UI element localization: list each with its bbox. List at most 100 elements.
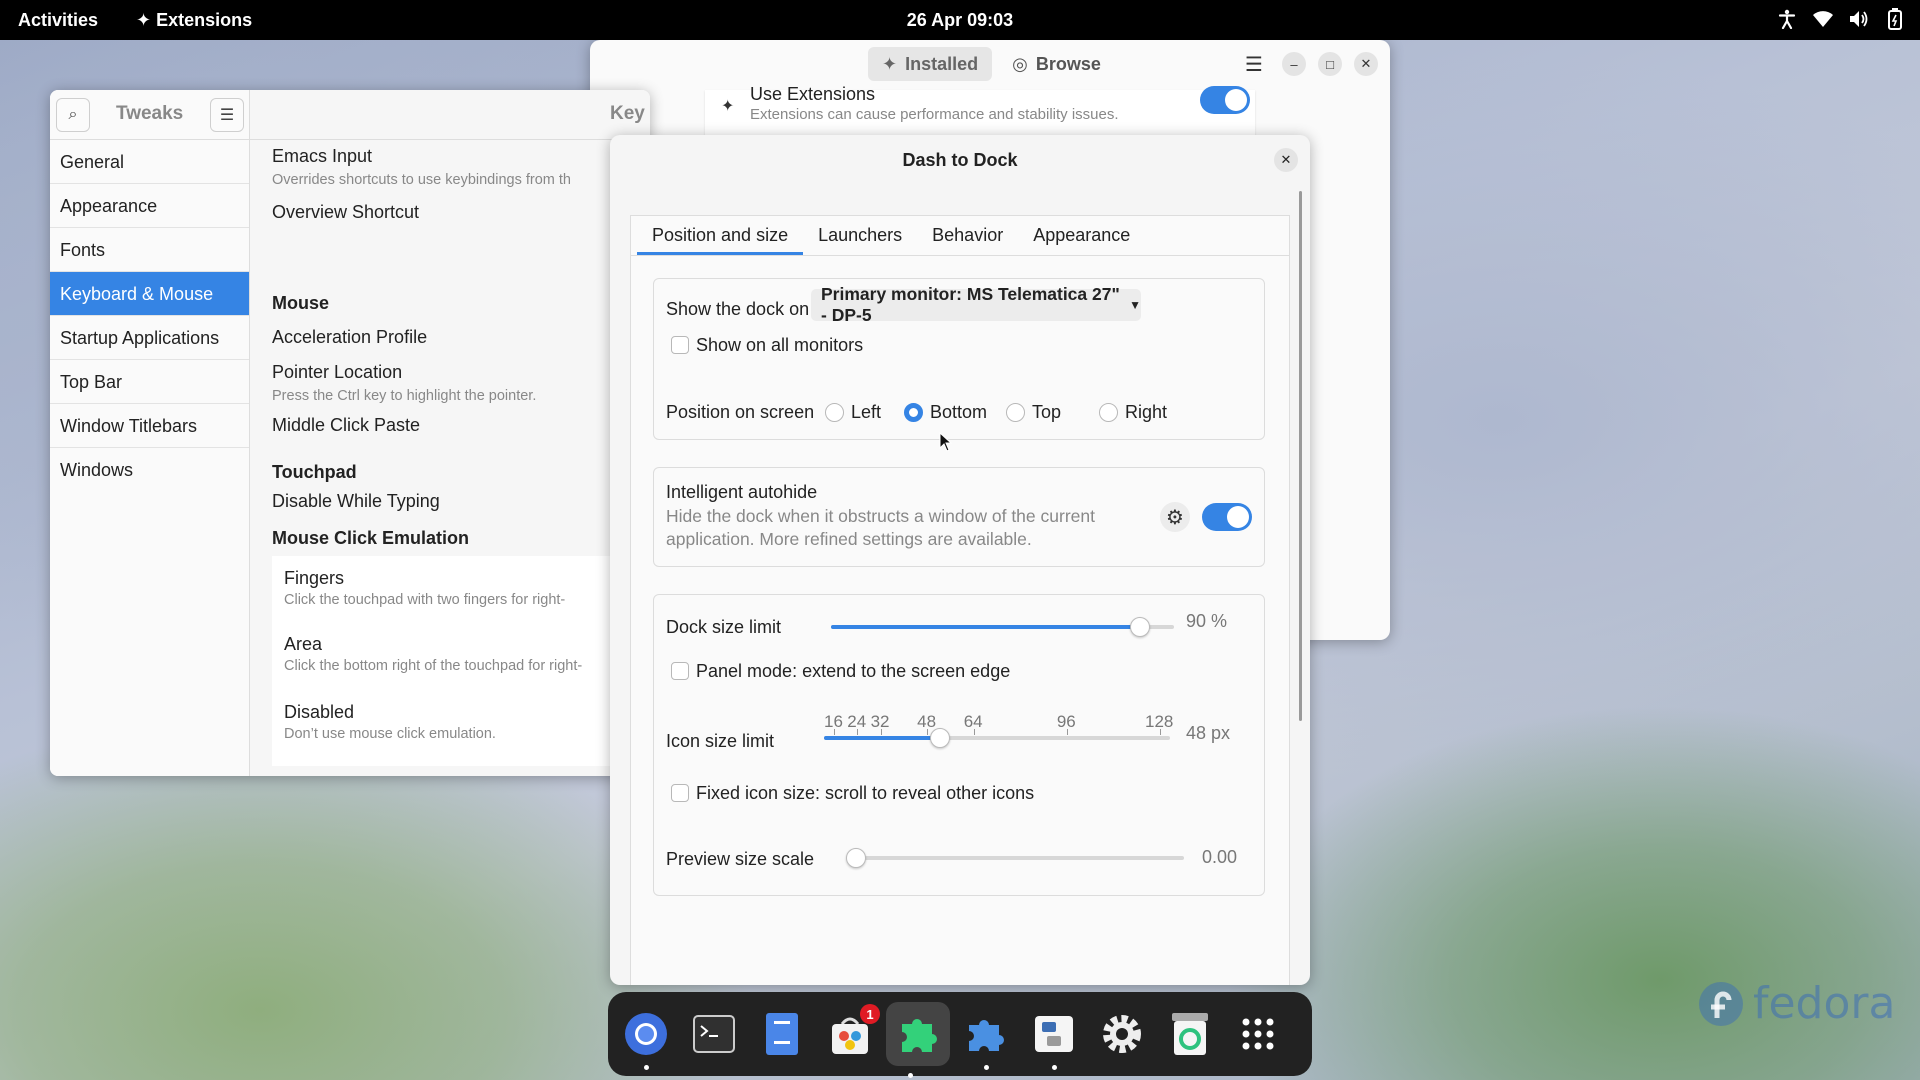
- media-writer-app[interactable]: [1030, 1010, 1078, 1070]
- puzzle-icon: ✦: [136, 10, 152, 30]
- scrollbar[interactable]: [1299, 191, 1302, 721]
- position-bottom-radio[interactable]: [904, 403, 923, 422]
- preview-size-slider-knob[interactable]: [846, 848, 866, 868]
- icon-size-value: 48 px: [1186, 723, 1231, 743]
- fedora-logo-icon: [1699, 981, 1743, 1026]
- search-icon: ⌕: [68, 106, 78, 123]
- autohide-card: Intelligent autohide Hide the dock when …: [653, 467, 1265, 567]
- accessibility-icon[interactable]: [1776, 8, 1798, 30]
- close-button[interactable]: ✕: [1274, 148, 1298, 172]
- tab-installed[interactable]: ✦ Installed: [868, 47, 993, 81]
- position-top-radio[interactable]: [1006, 403, 1025, 422]
- extension-manager-app[interactable]: [962, 1010, 1010, 1070]
- panel-mode-label: Panel mode: extend to the screen edge: [696, 661, 1011, 681]
- sidebar-item-general[interactable]: General: [50, 140, 249, 184]
- tab-browse[interactable]: ◎ Browse: [998, 47, 1115, 81]
- sidebar-item-appearance[interactable]: Appearance: [50, 184, 249, 228]
- activities-button[interactable]: Activities: [18, 10, 98, 31]
- battery-icon[interactable]: [1884, 8, 1906, 30]
- extensions-app[interactable]: [886, 1002, 950, 1078]
- touchpad-heading: Touchpad: [272, 462, 357, 482]
- app-menu[interactable]: ✦ Extensions: [136, 10, 252, 31]
- dash-dock: 1: [608, 992, 1312, 1078]
- click-emulation-list: Fingers Click the touchpad with two fing…: [272, 556, 650, 766]
- software-app[interactable]: 1: [826, 1004, 880, 1058]
- tab-bar: Position and size Launchers Behavior App…: [631, 216, 1289, 256]
- dock-size-slider-fill: [831, 625, 1140, 629]
- emacs-input-label: Emacs Input: [272, 146, 373, 166]
- fixed-icon-size-checkbox[interactable]: [671, 784, 689, 802]
- sidebar-item-top-bar[interactable]: Top Bar: [50, 360, 249, 404]
- pointer-location-label: Pointer Location: [272, 362, 403, 382]
- close-button[interactable]: ✕: [1354, 52, 1378, 76]
- option-area[interactable]: Area Click the bottom right of the touch…: [272, 622, 650, 690]
- option-fingers[interactable]: Fingers Click the touchpad with two fing…: [272, 556, 650, 622]
- dock-size-slider-knob[interactable]: [1130, 617, 1150, 637]
- sidebar-item-windows[interactable]: Windows: [50, 448, 249, 492]
- volume-icon[interactable]: [1848, 8, 1870, 30]
- gear-icon: ⚙: [1166, 506, 1184, 529]
- maximize-button[interactable]: □: [1318, 52, 1342, 76]
- position-right-label: Right: [1125, 402, 1168, 422]
- settings-notebook: Position and size Launchers Behavior App…: [630, 215, 1290, 985]
- overview-shortcut-label: Overview Shortcut: [272, 202, 420, 222]
- tweaks-sidebar: ⌕ Tweaks ☰ General Appearance Fonts Keyb…: [50, 90, 250, 776]
- icon-size-tick: [880, 729, 882, 735]
- minimize-button[interactable]: –: [1282, 52, 1306, 76]
- dialog-title: Dash to Dock: [902, 150, 1018, 170]
- icon-size-tick: [927, 729, 929, 735]
- sidebar-item-fonts[interactable]: Fonts: [50, 228, 249, 272]
- tab-launchers[interactable]: Launchers: [803, 216, 917, 255]
- position-on-screen-label: Position on screen: [666, 402, 815, 422]
- menu-button[interactable]: ☰: [210, 98, 244, 132]
- tab-installed-label: Installed: [905, 53, 979, 74]
- hamburger-menu-icon[interactable]: ☰: [1242, 52, 1266, 76]
- panel-mode-checkbox[interactable]: [671, 662, 689, 680]
- app-grid-icon: [1242, 1018, 1274, 1050]
- sidebar-item-startup-applications[interactable]: Startup Applications: [50, 316, 249, 360]
- fedora-watermark: fedora: [1697, 978, 1895, 1029]
- tab-browse-label: Browse: [1035, 53, 1101, 74]
- icon-size-slider[interactable]: [824, 728, 1170, 748]
- area-desc: Click the bottom right of the touchpad f…: [284, 658, 583, 674]
- tab-appearance[interactable]: Appearance: [1018, 216, 1145, 255]
- terminal-app[interactable]: [690, 1010, 738, 1058]
- fixed-icon-size-label: Fixed icon size: scroll to reveal other …: [696, 783, 1035, 803]
- app-menu-label: Extensions: [156, 10, 253, 30]
- monitor-dropdown[interactable]: Primary monitor: MS Telematica 27" - DP-…: [811, 284, 1141, 325]
- show-apps-button[interactable]: [1234, 1010, 1282, 1058]
- trash-app[interactable]: [1166, 1010, 1214, 1058]
- dock-size-slider[interactable]: [831, 617, 1174, 637]
- position-left-radio[interactable]: [825, 403, 844, 422]
- icon-size-limit-label: Icon size limit: [666, 731, 775, 751]
- wifi-icon[interactable]: [1812, 8, 1834, 30]
- option-disabled[interactable]: Disabled Don’t use mouse click emulation…: [272, 690, 650, 758]
- position-top-label: Top: [1032, 402, 1062, 422]
- mouse-cursor: [939, 431, 953, 457]
- disable-while-typing-label: Disable While Typing: [272, 491, 440, 511]
- text-editor-app[interactable]: [758, 1010, 806, 1058]
- hamburger-menu-icon: ☰: [219, 107, 235, 124]
- position-right-radio[interactable]: [1099, 403, 1118, 422]
- chromium-app[interactable]: [622, 1010, 670, 1070]
- tab-position-and-size[interactable]: Position and size: [637, 216, 804, 255]
- clock[interactable]: 26 Apr 09:03: [907, 10, 1013, 30]
- sidebar-item-window-titlebars[interactable]: Window Titlebars: [50, 404, 249, 448]
- dock-size-value: 90 %: [1186, 611, 1228, 631]
- mouse-heading: Mouse: [272, 293, 330, 313]
- icon-size-slider-knob[interactable]: [930, 728, 950, 748]
- search-button[interactable]: ⌕: [56, 98, 90, 132]
- tweaks-window: ⌕ Tweaks ☰ General Appearance Fonts Keyb…: [50, 90, 650, 776]
- show-all-monitors-checkbox[interactable]: [671, 336, 689, 354]
- monitor-dropdown-value: Primary monitor: MS Telematica 27" - DP-…: [821, 284, 1120, 325]
- tab-behavior[interactable]: Behavior: [917, 216, 1018, 255]
- position-left-label: Left: [851, 402, 882, 422]
- sidebar-item-keyboard-mouse[interactable]: Keyboard & Mouse: [50, 272, 249, 316]
- autohide-toggle[interactable]: [1202, 503, 1252, 531]
- preview-size-slider[interactable]: [846, 848, 1184, 868]
- settings-app[interactable]: [1098, 1010, 1146, 1058]
- fingers-label: Fingers: [284, 568, 345, 588]
- use-extensions-toggle[interactable]: [1200, 86, 1250, 114]
- autohide-settings-button[interactable]: ⚙: [1160, 502, 1190, 532]
- autohide-desc: Hide the dock when it obstructs a window…: [666, 506, 1095, 549]
